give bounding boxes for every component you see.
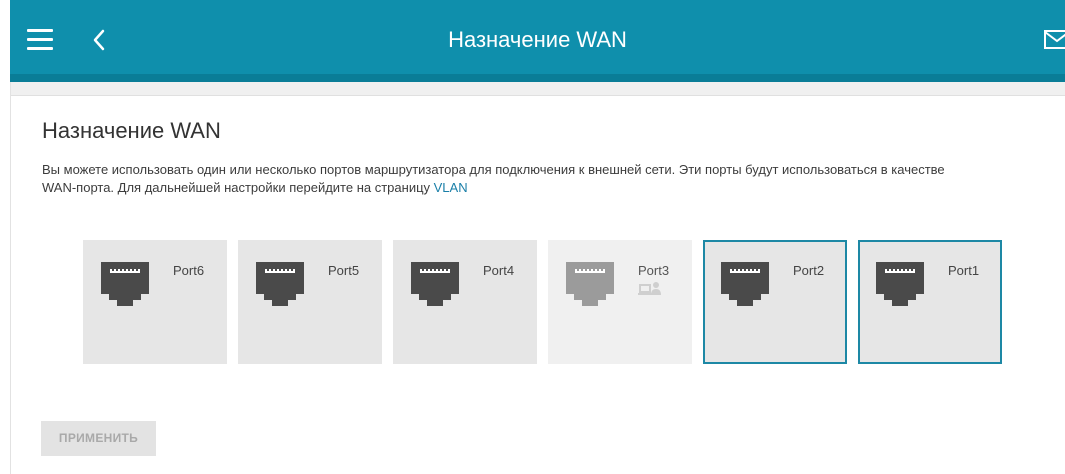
- sub-bar: [10, 82, 1065, 96]
- ethernet-port-icon: [876, 262, 924, 313]
- port-5-tile[interactable]: Port5: [238, 240, 382, 364]
- mail-icon[interactable]: [1041, 27, 1065, 53]
- port-label: Port1: [948, 263, 980, 278]
- port-label: Port6: [173, 263, 205, 278]
- apply-button[interactable]: ПРИМЕНИТЬ: [41, 421, 156, 456]
- port-1-tile[interactable]: Port1: [858, 240, 1002, 364]
- port-2-tile[interactable]: Port2: [703, 240, 847, 364]
- ethernet-port-icon: [721, 262, 769, 313]
- page-title: Назначение WAN: [42, 118, 221, 143]
- header-title: Назначение WAN: [448, 27, 627, 52]
- left-divider: [10, 82, 11, 474]
- ethernet-port-icon: [411, 262, 459, 313]
- vlan-link[interactable]: VLAN: [434, 180, 468, 195]
- description-text: Вы можете использовать один или нескольк…: [42, 162, 945, 195]
- port-label: Port4: [483, 263, 515, 278]
- ethernet-port-icon: [566, 262, 614, 313]
- top-bar-shadow: [10, 74, 1065, 82]
- ethernet-port-icon: [101, 262, 149, 313]
- port-label: Port5: [328, 263, 360, 278]
- port-6-tile[interactable]: Port6: [83, 240, 227, 364]
- page-description: Вы можете использовать один или нескольк…: [42, 161, 972, 197]
- port-label: Port2: [793, 263, 825, 278]
- port-4-tile[interactable]: Port4: [393, 240, 537, 364]
- port-3-tile: Port3: [548, 240, 692, 364]
- main-content: Назначение WAN Вы можете использовать од…: [42, 118, 1042, 197]
- device-icon: [638, 280, 662, 303]
- ethernet-port-icon: [256, 262, 304, 313]
- port-label: Port3: [638, 263, 670, 278]
- top-bar: Назначение WAN: [10, 0, 1065, 80]
